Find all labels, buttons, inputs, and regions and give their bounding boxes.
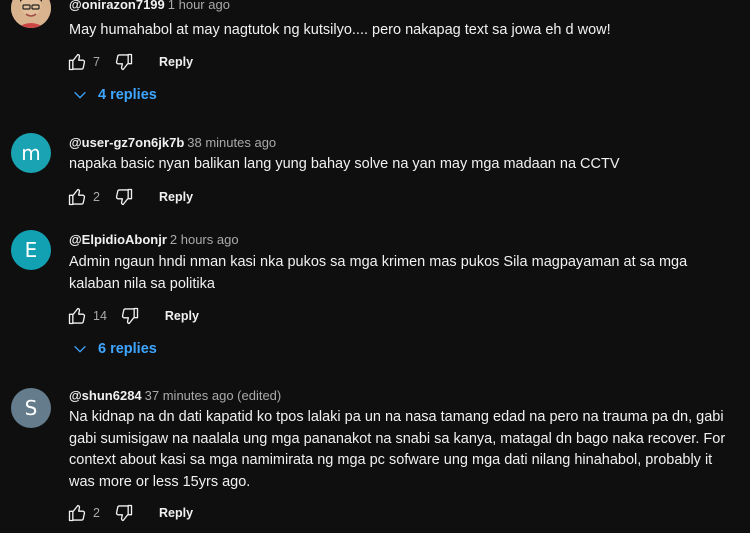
avatar-letter: m	[21, 141, 41, 165]
replies-label: 6 replies	[98, 341, 157, 357]
comment-text: Admin ngaun hndi nman kasi nka pukos sa …	[69, 254, 688, 292]
view-replies-button[interactable]: 6 replies	[72, 341, 157, 357]
replies-label: 4 replies	[98, 87, 157, 103]
person-photo-avatar-icon	[11, 0, 51, 28]
comment-author[interactable]: @user-gz7on6jk7b	[69, 135, 184, 150]
thumbs-up-icon[interactable]	[66, 51, 88, 73]
comment-author[interactable]: @onirazon7199	[69, 0, 165, 12]
reply-button[interactable]: Reply	[159, 506, 193, 520]
like-count: 2	[93, 190, 100, 204]
thumbs-up-icon[interactable]	[66, 186, 88, 208]
comment-time[interactable]: 2 hours ago	[170, 232, 239, 247]
comment-header: @user-gz7on6jk7b 38 minutes ago	[69, 135, 276, 150]
avatar-letter: S	[24, 396, 38, 420]
thumbs-down-icon[interactable]	[113, 51, 135, 73]
avatar[interactable]	[11, 0, 51, 28]
thumbs-down-icon[interactable]	[119, 305, 141, 327]
reply-button[interactable]: Reply	[159, 190, 193, 204]
comment-actions: 2 Reply	[66, 185, 193, 209]
comment-text: napaka basic nyan balikan lang yung baha…	[69, 156, 620, 172]
comment-author[interactable]: @ElpidioAbonjr	[69, 232, 167, 247]
avatar-letter: E	[24, 238, 38, 262]
like-count: 7	[93, 55, 100, 69]
like-count: 2	[93, 506, 100, 520]
comment-author[interactable]: @shun6284	[69, 388, 142, 403]
comment-text: Na kidnap na dn dati kapatid ko tpos lal…	[69, 409, 726, 490]
reply-button[interactable]: Reply	[165, 309, 199, 323]
avatar[interactable]: m	[11, 133, 51, 173]
comment-header: @onirazon7199 1 hour ago	[69, 0, 230, 12]
comment-time[interactable]: 37 minutes ago (edited)	[145, 388, 282, 403]
thumbs-up-icon[interactable]	[66, 502, 88, 524]
reply-button[interactable]: Reply	[159, 55, 193, 69]
comment-header: @ElpidioAbonjr 2 hours ago	[69, 232, 239, 247]
view-replies-button[interactable]: 4 replies	[72, 87, 157, 103]
comment-actions: 7 Reply	[66, 50, 193, 74]
chevron-down-icon	[72, 341, 88, 357]
comment-time[interactable]: 38 minutes ago	[187, 135, 276, 150]
thumbs-down-icon[interactable]	[113, 502, 135, 524]
comment-header: @shun6284 37 minutes ago (edited)	[69, 388, 281, 403]
avatar[interactable]: E	[11, 230, 51, 270]
comment-actions: 14 Reply	[66, 304, 199, 328]
like-count: 14	[93, 309, 107, 323]
chevron-down-icon	[72, 87, 88, 103]
comment-actions: 2 Reply	[66, 501, 193, 525]
thumbs-down-icon[interactable]	[113, 186, 135, 208]
comment-time[interactable]: 1 hour ago	[168, 0, 230, 12]
avatar[interactable]: S	[11, 388, 51, 428]
thumbs-up-icon[interactable]	[66, 305, 88, 327]
comment-text: May humahabol at may nagtutok ng kutsily…	[69, 22, 611, 38]
